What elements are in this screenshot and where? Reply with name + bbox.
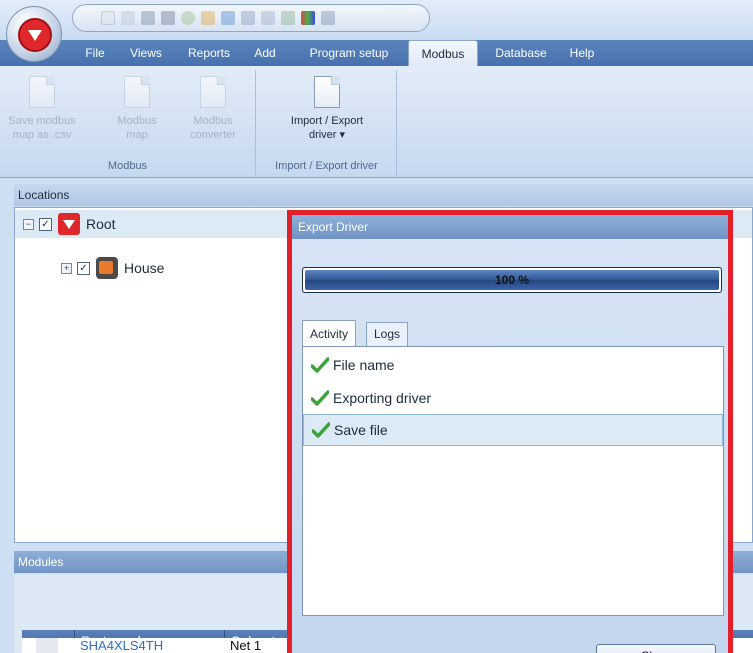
save-modbus-map-label-1: Save modbus bbox=[8, 115, 76, 127]
root-checkbox[interactable]: ✓ bbox=[39, 217, 52, 231]
antenna-icon[interactable] bbox=[261, 11, 275, 25]
network-icon[interactable] bbox=[241, 11, 255, 25]
progress-bar: 100 % bbox=[302, 267, 722, 293]
menu-modbus[interactable]: Modbus bbox=[408, 40, 478, 66]
menu-add[interactable]: Add bbox=[248, 40, 282, 66]
ribbon-group-modbus: Save modbus map as .csv Modbus map Modbu… bbox=[0, 70, 256, 176]
export-driver-dialog: Export Driver 100 % Activity Logs File n… bbox=[287, 210, 733, 653]
ribbon: Save modbus map as .csv Modbus map Modbu… bbox=[0, 66, 753, 178]
tree-node-label: Root bbox=[86, 216, 116, 232]
dialog-body: 100 % Activity Logs File name Exporting … bbox=[292, 239, 728, 653]
ribbon-group-label: Modbus bbox=[107, 160, 148, 172]
menu-views[interactable]: Views bbox=[122, 40, 170, 66]
tab-logs[interactable]: Logs bbox=[366, 322, 409, 346]
menu-bar: File Views Reports Add Program setup Mod… bbox=[0, 40, 753, 66]
menu-database[interactable]: Database bbox=[484, 40, 558, 66]
part-number-cell[interactable]: SHA4XLS4TH bbox=[80, 638, 224, 653]
list-item[interactable]: Exporting driver bbox=[303, 382, 723, 414]
save-modbus-map-label-2: map as .csv bbox=[12, 129, 72, 141]
locations-header: Locations bbox=[14, 184, 753, 206]
activity-label: Exporting driver bbox=[333, 390, 432, 406]
modbus-converter-label-1: Modbus bbox=[193, 115, 233, 127]
modbus-map-label-2: map bbox=[126, 129, 148, 141]
list-item[interactable]: File name bbox=[303, 349, 723, 381]
ribbon-group-import-export: Import / Export driver ▾ Import / Export… bbox=[257, 70, 397, 176]
dialog-footer: Close bbox=[292, 629, 728, 653]
import-export-label-1: Import / Export bbox=[290, 115, 364, 127]
save-icon[interactable] bbox=[141, 11, 155, 25]
color-icon[interactable] bbox=[301, 11, 315, 25]
dialog-title: Export Driver bbox=[292, 215, 728, 239]
menu-help[interactable]: Help bbox=[562, 40, 602, 66]
new-icon[interactable] bbox=[101, 11, 115, 25]
import-export-label-2: driver ▾ bbox=[308, 129, 346, 141]
menu-program-setup[interactable]: Program setup bbox=[296, 40, 402, 66]
activity-label: File name bbox=[333, 357, 395, 373]
open-icon[interactable] bbox=[121, 11, 135, 25]
list-item[interactable]: Save file bbox=[303, 414, 723, 446]
subnet-cell: Net 1 bbox=[230, 638, 262, 653]
modbus-converter-label-2: converter bbox=[190, 129, 236, 141]
activity-list: File name Exporting driver Save file bbox=[302, 346, 724, 616]
quick-access-toolbar bbox=[72, 4, 430, 32]
menu-reports[interactable]: Reports bbox=[178, 40, 240, 66]
progress-fill: 100 % bbox=[305, 270, 719, 290]
checkmark-icon bbox=[312, 422, 330, 438]
refresh-icon[interactable] bbox=[181, 11, 195, 25]
document-icon bbox=[200, 76, 226, 108]
house-icon bbox=[96, 257, 118, 279]
application-menu-button[interactable] bbox=[6, 6, 62, 62]
tab-activity[interactable]: Activity bbox=[302, 320, 357, 346]
carlo-gavazzi-logo-icon bbox=[18, 18, 52, 52]
document-icon bbox=[29, 76, 55, 108]
export-icon[interactable] bbox=[201, 11, 215, 25]
monitor-icon[interactable] bbox=[321, 11, 335, 25]
import-export-driver-button[interactable]: Import / Export driver ▾ bbox=[271, 76, 383, 142]
root-logo-icon bbox=[58, 213, 80, 235]
close-button[interactable]: Close bbox=[596, 644, 716, 653]
menu-file[interactable]: File bbox=[74, 40, 116, 66]
activity-label: Save file bbox=[334, 422, 388, 438]
expand-icon[interactable]: + bbox=[61, 262, 72, 274]
house-checkbox[interactable]: ✓ bbox=[77, 261, 90, 275]
progress-text: 100 % bbox=[494, 273, 530, 287]
modbus-converter-button[interactable]: Modbus converter bbox=[176, 76, 250, 142]
import-icon[interactable] bbox=[221, 11, 235, 25]
edit-icon[interactable] bbox=[161, 11, 175, 25]
tree-node-label: House bbox=[124, 260, 165, 276]
module-thumbnail-icon bbox=[36, 638, 58, 653]
collapse-icon[interactable]: − bbox=[23, 218, 34, 230]
checkmark-icon bbox=[311, 357, 329, 373]
tree-icon[interactable] bbox=[281, 11, 295, 25]
save-modbus-map-button[interactable]: Save modbus map as .csv bbox=[6, 76, 78, 142]
modbus-map-button[interactable]: Modbus map bbox=[112, 76, 162, 142]
checkmark-icon bbox=[311, 390, 329, 406]
modbus-map-label-1: Modbus bbox=[117, 115, 157, 127]
document-icon bbox=[124, 76, 150, 108]
title-bar bbox=[0, 0, 753, 40]
ribbon-group-label: Import / Export driver bbox=[275, 160, 378, 172]
document-icon bbox=[314, 76, 340, 108]
tree-node-house[interactable]: + ✓ House bbox=[15, 254, 164, 282]
